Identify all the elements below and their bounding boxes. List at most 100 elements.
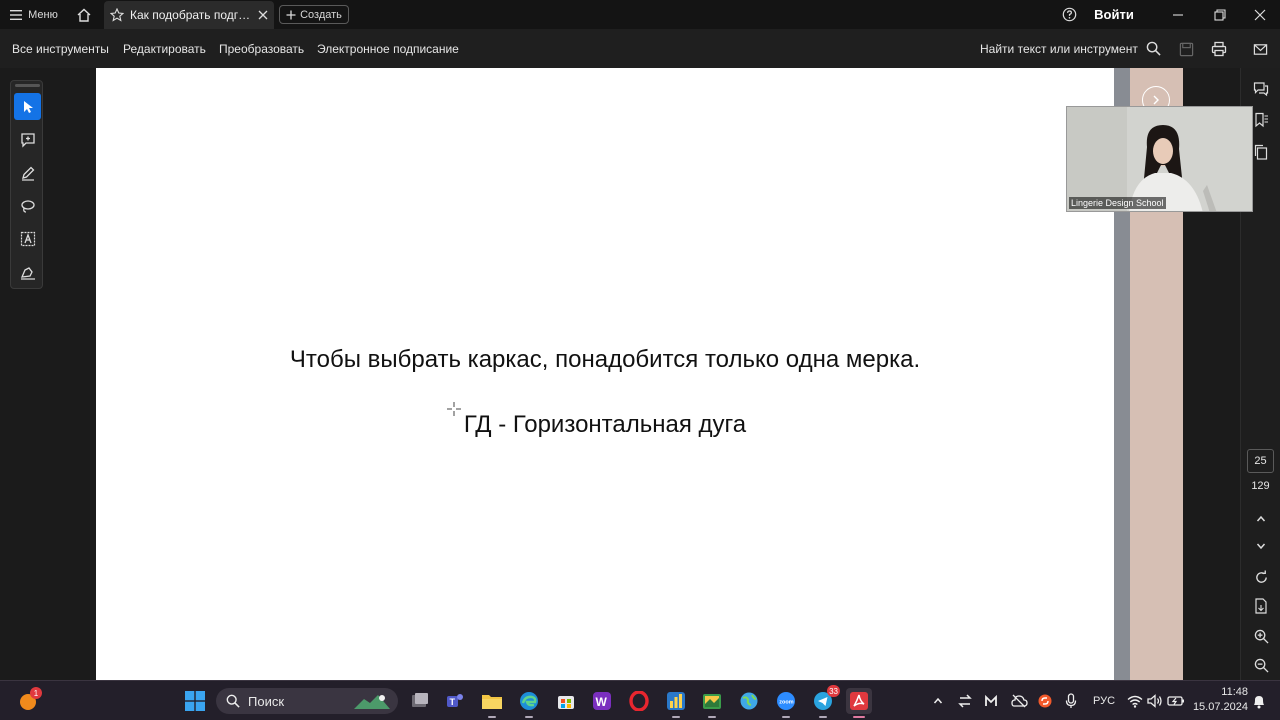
menu-convert[interactable]: Преобразовать (219, 29, 304, 68)
opera-app[interactable] (626, 688, 652, 714)
create-label: Создать (300, 8, 342, 21)
search-highlight-icon (354, 695, 390, 709)
zoom-out-button[interactable] (1252, 656, 1270, 674)
restore-button[interactable] (1206, 0, 1234, 29)
vpn-app[interactable] (663, 688, 689, 718)
current-page-input[interactable]: 25 (1247, 449, 1274, 473)
task-view-icon (412, 693, 428, 707)
show-hidden-icons-button[interactable] (928, 691, 948, 711)
tab-title: Как подобрать подгр... (130, 8, 252, 22)
folder-icon (482, 695, 502, 709)
zoom-in-button[interactable] (1252, 627, 1270, 645)
home-icon (77, 8, 91, 22)
scroll-down-button[interactable] (1252, 537, 1270, 555)
transfer-icon (958, 694, 972, 708)
photos-icon (703, 694, 721, 709)
login-button[interactable]: Войти (1088, 0, 1140, 29)
microphone-tray[interactable] (1062, 691, 1080, 711)
rotate-icon (1255, 569, 1267, 583)
tray-app-2[interactable] (981, 691, 1001, 711)
globe-icon (740, 692, 758, 710)
print-icon (1211, 41, 1227, 57)
help-button[interactable] (1058, 0, 1080, 29)
running-indicator (525, 716, 533, 718)
comments-panel-button[interactable] (1252, 80, 1270, 98)
w-app[interactable]: W (589, 688, 615, 714)
video-call-overlay[interactable]: Lingerie Design School (1066, 106, 1253, 212)
edge-icon (520, 692, 538, 710)
print-button[interactable] (1209, 39, 1229, 59)
start-button[interactable] (182, 688, 208, 714)
widgets-button[interactable]: 1 (15, 687, 42, 714)
text-tool-button[interactable] (14, 225, 41, 252)
save-icon (1179, 42, 1193, 56)
taskbar-search-input[interactable]: Поиск (216, 688, 398, 714)
volume-tray[interactable] (1146, 691, 1164, 711)
browser-globe-app[interactable] (736, 688, 762, 714)
onedrive-tray[interactable] (1008, 691, 1030, 711)
document-page[interactable]: Чтобы выбрать каркас, понадобится только… (96, 68, 1114, 680)
menu-edit[interactable]: Редактировать (123, 29, 206, 68)
language-indicator[interactable]: РУС (1090, 691, 1118, 711)
menu-button[interactable]: Меню (8, 0, 60, 29)
add-comment-icon (20, 132, 35, 148)
acrobat-app[interactable] (846, 688, 872, 718)
microphone-icon (1065, 693, 1077, 708)
store-icon (558, 696, 574, 709)
minimize-button[interactable] (1164, 0, 1192, 29)
telegram-app[interactable]: 33 (810, 685, 840, 718)
rotate-button[interactable] (1252, 568, 1270, 586)
close-window-button[interactable] (1246, 0, 1274, 29)
find-tool-label: Найти текст или инструмент (980, 41, 1138, 56)
widgets-badge: 1 (30, 687, 42, 699)
mail-icon (1253, 43, 1267, 55)
running-indicator (819, 716, 827, 718)
tray-app-1[interactable] (955, 691, 975, 711)
comment-tool-button[interactable] (14, 126, 41, 153)
pages-panel-button[interactable] (1252, 143, 1270, 161)
drag-handle[interactable] (15, 84, 40, 87)
menu-all-tools[interactable]: Все инструменты (12, 29, 109, 68)
teams-app[interactable]: T (442, 688, 468, 714)
menu-e-sign[interactable]: Электронное подписание (317, 29, 459, 68)
tab-document[interactable]: Как подобрать подгр... (104, 1, 274, 29)
image-viewer-app[interactable] (699, 688, 725, 718)
active-indicator (853, 716, 865, 718)
page-fit-button[interactable] (1252, 597, 1270, 615)
task-view-button[interactable] (407, 688, 433, 714)
tray-app-3[interactable] (1035, 691, 1055, 711)
close-icon[interactable] (258, 10, 268, 20)
draw-tool-button[interactable] (14, 192, 41, 219)
star-icon[interactable] (110, 8, 124, 22)
home-button[interactable] (72, 0, 96, 29)
title-bar: Меню Как подобрать подгр... Создать Войт… (0, 0, 1280, 29)
clock-time: 11:48 (1221, 686, 1248, 698)
select-tool-button[interactable] (14, 93, 41, 120)
bookmarks-panel-button[interactable] (1252, 111, 1270, 129)
highlight-tool-button[interactable] (14, 159, 41, 186)
sign-tool-button[interactable] (14, 258, 41, 285)
restore-icon (1214, 8, 1226, 21)
crosshair-cursor-icon (447, 402, 461, 416)
help-icon (1062, 7, 1076, 22)
chevron-down-icon (1256, 543, 1266, 550)
create-button[interactable]: Создать (279, 5, 349, 24)
find-tool-search[interactable]: Найти текст или инструмент (980, 29, 1161, 68)
scroll-up-button[interactable] (1252, 510, 1270, 528)
zoom-app[interactable]: zoom (773, 688, 799, 718)
store-app[interactable] (553, 688, 579, 714)
copy-pages-icon (1254, 144, 1268, 160)
edge-app[interactable] (516, 688, 542, 718)
system-clock[interactable]: 11:48 15.07.2024 (1192, 685, 1248, 715)
pen-icon (21, 166, 34, 181)
plus-icon (286, 10, 296, 19)
notifications-button[interactable] (1250, 691, 1268, 711)
zoom-in-icon (1254, 629, 1269, 644)
search-icon (1146, 41, 1161, 56)
battery-tray[interactable] (1166, 691, 1186, 711)
email-button[interactable] (1250, 39, 1270, 59)
save-button[interactable] (1176, 39, 1196, 59)
wifi-tray[interactable] (1126, 691, 1144, 711)
total-pages: 129 (1251, 480, 1270, 492)
file-explorer-app[interactable] (479, 688, 505, 718)
